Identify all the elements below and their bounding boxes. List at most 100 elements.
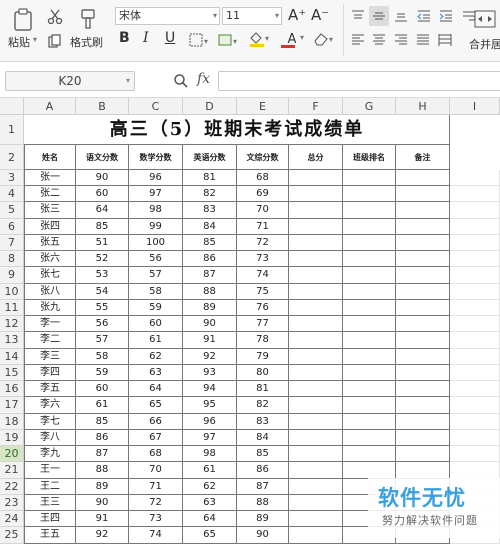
- zoom-formula-button[interactable]: [172, 72, 190, 90]
- insert-function-button[interactable]: fx: [197, 71, 210, 87]
- score-cell[interactable]: 94: [183, 381, 237, 398]
- score-cell[interactable]: [289, 429, 343, 447]
- score-cell[interactable]: 70: [129, 462, 183, 479]
- score-cell[interactable]: 98: [183, 446, 237, 463]
- score-cell[interactable]: 93: [183, 364, 237, 382]
- score-cell[interactable]: 55: [76, 299, 129, 317]
- score-cell[interactable]: [343, 462, 396, 479]
- name-cell[interactable]: 李三: [24, 348, 76, 365]
- score-cell[interactable]: [289, 511, 343, 528]
- score-cell[interactable]: 65: [183, 527, 237, 544]
- score-cell[interactable]: 96: [129, 170, 183, 187]
- font-name-select[interactable]: 宋体 ▾: [115, 7, 220, 25]
- score-cell[interactable]: [396, 283, 450, 300]
- name-cell[interactable]: 李六: [24, 397, 76, 414]
- clear-button[interactable]: ▾: [310, 30, 338, 48]
- score-cell[interactable]: [289, 397, 343, 414]
- border-button[interactable]: ▾: [187, 32, 213, 48]
- score-cell[interactable]: [289, 251, 343, 268]
- score-cell[interactable]: 83: [237, 413, 289, 430]
- score-cell[interactable]: [289, 446, 343, 463]
- score-cell[interactable]: 74: [129, 527, 183, 544]
- row-header-13[interactable]: 13: [0, 332, 24, 349]
- row-header-9[interactable]: 9: [0, 267, 24, 284]
- score-cell[interactable]: [343, 251, 396, 268]
- merge-center-button[interactable]: [472, 6, 498, 32]
- score-cell[interactable]: 90: [76, 494, 129, 512]
- shrink-font-button[interactable]: A⁻: [311, 6, 329, 24]
- formula-input[interactable]: [218, 71, 500, 91]
- score-cell[interactable]: 95: [183, 397, 237, 414]
- score-cell[interactable]: [343, 446, 396, 463]
- score-cell[interactable]: [396, 332, 450, 349]
- score-cell[interactable]: 60: [76, 186, 129, 203]
- name-cell[interactable]: 张九: [24, 299, 76, 317]
- score-cell[interactable]: [396, 429, 450, 447]
- score-cell[interactable]: [343, 348, 396, 365]
- score-cell[interactable]: [396, 234, 450, 252]
- fill-button[interactable]: ▾: [216, 32, 242, 48]
- name-cell[interactable]: 王二: [24, 478, 76, 495]
- column-header-f[interactable]: F: [289, 98, 343, 115]
- score-cell[interactable]: 84: [237, 429, 289, 447]
- score-cell[interactable]: [396, 397, 450, 414]
- score-cell[interactable]: 56: [129, 251, 183, 268]
- score-cell[interactable]: 76: [237, 299, 289, 317]
- score-cell[interactable]: [343, 316, 396, 333]
- score-cell[interactable]: 60: [76, 381, 129, 398]
- score-cell[interactable]: 88: [76, 462, 129, 479]
- empty-cell[interactable]: [450, 446, 500, 463]
- score-cell[interactable]: [343, 234, 396, 252]
- score-cell[interactable]: 62: [183, 478, 237, 495]
- score-cell[interactable]: 89: [76, 478, 129, 495]
- score-cell[interactable]: [396, 186, 450, 203]
- name-box[interactable]: K20 ▾: [5, 71, 135, 91]
- score-cell[interactable]: [396, 348, 450, 365]
- format-painter-button[interactable]: [76, 6, 100, 32]
- sheet-title[interactable]: 高三（5）班期末考试成绩单: [24, 115, 450, 145]
- score-cell[interactable]: [289, 170, 343, 187]
- score-cell[interactable]: [396, 267, 450, 284]
- align-left-button[interactable]: [349, 32, 367, 48]
- score-cell[interactable]: 89: [237, 511, 289, 528]
- header-cell[interactable]: 总分: [289, 145, 343, 170]
- column-header-c[interactable]: C: [129, 98, 183, 115]
- score-cell[interactable]: 86: [183, 251, 237, 268]
- score-cell[interactable]: [396, 218, 450, 235]
- row-header-15[interactable]: 15: [0, 364, 24, 382]
- score-cell[interactable]: 70: [237, 202, 289, 219]
- score-cell[interactable]: [396, 462, 450, 479]
- score-cell[interactable]: 82: [237, 397, 289, 414]
- score-cell[interactable]: [343, 170, 396, 187]
- score-cell[interactable]: 87: [76, 446, 129, 463]
- justify-button[interactable]: [414, 32, 432, 48]
- score-cell[interactable]: 63: [183, 494, 237, 512]
- empty-cell[interactable]: [450, 462, 500, 479]
- score-cell[interactable]: 63: [129, 364, 183, 382]
- score-cell[interactable]: [289, 234, 343, 252]
- empty-cell[interactable]: [450, 364, 500, 382]
- score-cell[interactable]: 85: [76, 413, 129, 430]
- score-cell[interactable]: 51: [76, 234, 129, 252]
- score-cell[interactable]: 68: [237, 170, 289, 187]
- score-cell[interactable]: [289, 332, 343, 349]
- score-cell[interactable]: 89: [183, 299, 237, 317]
- score-cell[interactable]: 71: [237, 218, 289, 235]
- align-right-button[interactable]: [392, 32, 410, 48]
- name-cell[interactable]: 李七: [24, 413, 76, 430]
- score-cell[interactable]: 60: [129, 316, 183, 333]
- score-cell[interactable]: [396, 413, 450, 430]
- row-header-5[interactable]: 5: [0, 202, 24, 219]
- score-cell[interactable]: 100: [129, 234, 183, 252]
- underline-button[interactable]: U: [165, 30, 175, 46]
- score-cell[interactable]: 73: [129, 511, 183, 528]
- row-header-11[interactable]: 11: [0, 299, 24, 317]
- font-size-select[interactable]: 11 ▾: [222, 7, 282, 25]
- score-cell[interactable]: 86: [237, 462, 289, 479]
- score-cell[interactable]: 61: [183, 462, 237, 479]
- score-cell[interactable]: 52: [76, 251, 129, 268]
- score-cell[interactable]: [289, 494, 343, 512]
- score-cell[interactable]: 57: [76, 332, 129, 349]
- score-cell[interactable]: 64: [183, 511, 237, 528]
- score-cell[interactable]: [289, 267, 343, 284]
